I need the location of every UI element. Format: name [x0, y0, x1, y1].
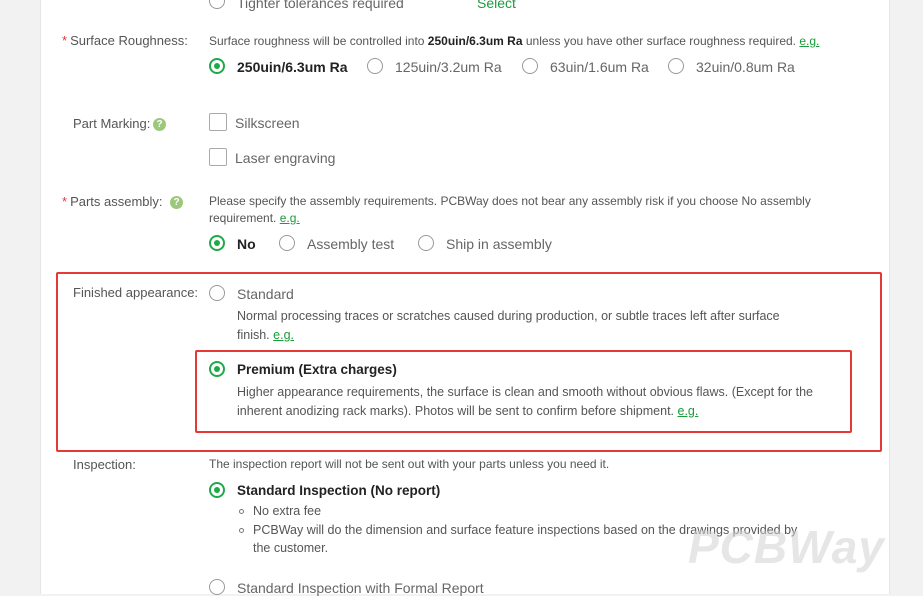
part-marking-help-icon[interactable]: ? [153, 118, 166, 131]
roughness-label-32: 32uin/0.8um Ra [696, 59, 795, 75]
silkscreen-checkbox[interactable] [209, 113, 227, 131]
roughness-label-250: 250uin/6.3um Ra [237, 59, 348, 75]
surface-roughness-label: * Surface Roughness: [62, 33, 188, 48]
finish-standard-desc-line1: Normal processing traces or scratches ca… [237, 309, 780, 323]
inspection-standard-radio[interactable] [209, 482, 225, 498]
finish-premium-radio[interactable] [209, 361, 225, 377]
inspection-standard-title: Standard Inspection (No report) [237, 483, 441, 498]
inspection-desc: The inspection report will not be sent o… [209, 457, 610, 471]
pcbway-watermark: PCBWay [688, 521, 885, 573]
bullet-icon [239, 528, 244, 533]
inspection-bullet-2-cont: the customer. [253, 541, 329, 555]
inspection-bullet-1: No extra fee [253, 504, 322, 518]
roughness-label-125: 125uin/3.2um Ra [395, 59, 502, 75]
finish-premium-desc-line2: inherent anodizing rack marks). Photos w… [237, 404, 699, 418]
finish-standard-desc-line2: finish. e.g. [237, 328, 294, 342]
laser-engraving-checkbox[interactable] [209, 148, 227, 166]
laser-engraving-label: Laser engraving [235, 150, 336, 166]
finish-standard-title: Standard [237, 286, 294, 302]
finish-premium-eg-link[interactable]: e.g. [678, 404, 699, 418]
assembly-label-ship: Ship in assembly [446, 236, 552, 252]
bullet-icon [239, 509, 244, 514]
surface-roughness-desc: Surface roughness will be controlled int… [209, 34, 820, 48]
assembly-label-test: Assembly test [307, 236, 395, 252]
silkscreen-label: Silkscreen [235, 115, 300, 131]
roughness-radio-125[interactable] [367, 58, 383, 74]
finish-standard-eg-link[interactable]: e.g. [273, 328, 294, 342]
part-marking-label: Part Marking: [73, 116, 151, 131]
assembly-radio-no[interactable] [209, 235, 225, 251]
assembly-eg-link[interactable]: e.g. [280, 211, 300, 225]
finish-premium-title: Premium (Extra charges) [237, 362, 397, 377]
assembly-radio-ship[interactable] [418, 235, 434, 251]
inspection-formal-radio[interactable] [209, 579, 225, 595]
parts-assembly-help-icon[interactable]: ? [170, 196, 183, 209]
roughness-label-63: 63uin/1.6um Ra [550, 59, 649, 75]
roughness-radio-63[interactable] [522, 58, 538, 74]
assembly-desc-line1: Please specify the assembly requirements… [209, 194, 811, 208]
finish-standard-radio[interactable] [209, 285, 225, 301]
surface-eg-link[interactable]: e.g. [799, 34, 819, 48]
tighter-tolerances-label: Tighter tolerances required [237, 0, 404, 11]
parts-assembly-label: * Parts assembly: [62, 194, 163, 209]
inspection-label: Inspection: [73, 457, 136, 472]
finish-premium-desc-line1: Higher appearance requirements, the surf… [237, 385, 814, 399]
finished-appearance-label: Finished appearance: [73, 285, 199, 300]
roughness-radio-250[interactable] [209, 58, 225, 74]
assembly-label-no: No [237, 236, 256, 252]
assembly-desc-line2: requirement. e.g. [209, 211, 300, 225]
roughness-radio-32[interactable] [668, 58, 684, 74]
assembly-radio-test[interactable] [279, 235, 295, 251]
tolerance-select-link[interactable]: Select [477, 0, 516, 11]
